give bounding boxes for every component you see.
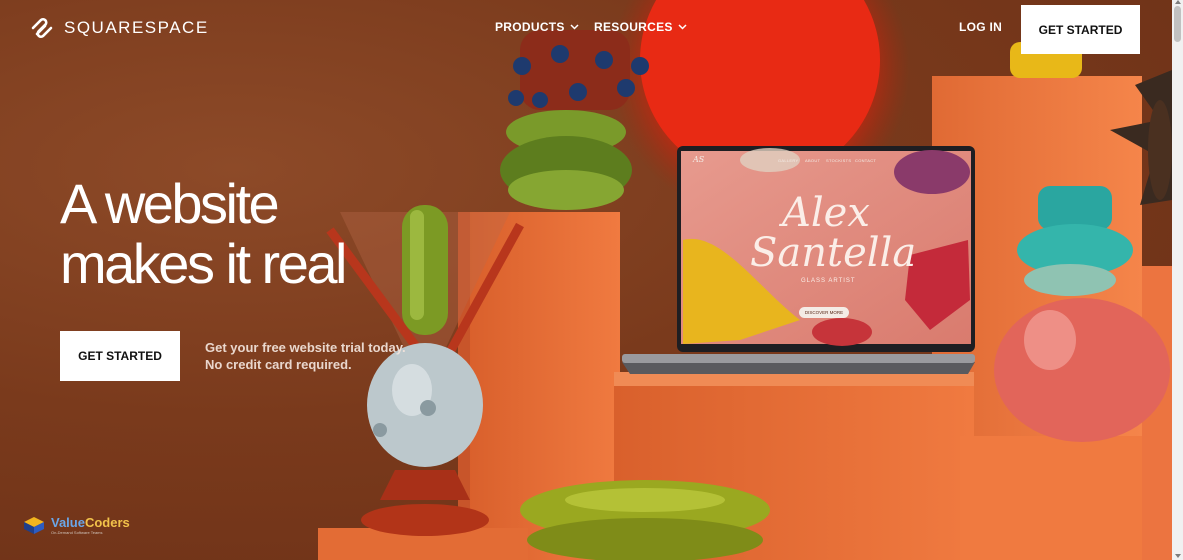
chevron-down-icon xyxy=(570,24,579,30)
scroll-down-arrow-icon[interactable] xyxy=(1175,554,1181,558)
laptop-site-title-first: Alex xyxy=(782,190,870,236)
hero-get-started-button[interactable]: GET STARTED xyxy=(60,331,180,381)
scrollbar-thumb[interactable] xyxy=(1174,6,1181,42)
nav-products-label: PRODUCTS xyxy=(495,20,565,34)
hero-subtext-line-1: Get your free website trial today. xyxy=(205,340,406,355)
watermark-name-b: Coders xyxy=(84,514,130,530)
scroll-up-arrow-icon[interactable] xyxy=(1175,0,1181,4)
laptop-nav-about: ABOUT xyxy=(805,158,821,163)
valuecoders-watermark: ValueCoders On-Demand Software Teams xyxy=(22,514,130,536)
watermark-tagline: On-Demand Software Teams xyxy=(51,529,103,535)
squarespace-logo[interactable]: SQUARESPACE xyxy=(28,16,209,40)
hero-headline: A website makes it real xyxy=(60,172,347,295)
page-scrollbar[interactable] xyxy=(1172,0,1183,560)
nav-resources-label: RESOURCES xyxy=(594,20,673,34)
nav-get-started-button[interactable]: GET STARTED xyxy=(1021,5,1140,54)
chevron-down-icon xyxy=(678,24,687,30)
laptop-site-subtitle: GLASS ARTIST xyxy=(801,278,856,284)
hero-subtext-line-2: No credit card required. xyxy=(205,357,352,372)
laptop-nav-gallery: GALLERY xyxy=(778,158,799,163)
hero-section: AS GALLERY ABOUT STOCKISTS CONTACT Alex … xyxy=(0,0,1172,560)
laptop-site-button: DISCOVER MORE xyxy=(799,307,849,318)
laptop-site-logo: AS xyxy=(693,155,705,164)
nav-resources[interactable]: RESOURCES xyxy=(594,20,687,34)
brand-name: SQUARESPACE xyxy=(64,18,209,37)
laptop-nav-contact: CONTACT xyxy=(855,158,877,163)
watermark-name-a: Value xyxy=(51,514,85,530)
top-navigation: SQUARESPACE PRODUCTS RESOURCES LOG IN GE… xyxy=(0,0,1172,58)
valuecoders-logo-icon xyxy=(24,517,44,534)
nav-products[interactable]: PRODUCTS xyxy=(495,20,579,34)
login-link[interactable]: LOG IN xyxy=(959,20,1002,34)
squarespace-logo-icon xyxy=(31,18,53,38)
laptop-nav-stockists: STOCKISTS xyxy=(826,158,852,163)
watermark-name: ValueCoders xyxy=(51,514,130,530)
laptop-site-title-last: Santella xyxy=(750,230,917,276)
